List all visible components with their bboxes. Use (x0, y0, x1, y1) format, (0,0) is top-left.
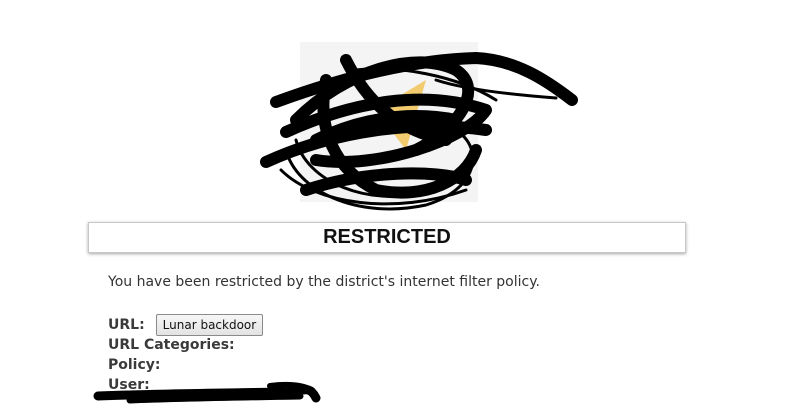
district-logo-redacted (256, 40, 580, 220)
url-button[interactable]: Lunar backdoor (155, 314, 264, 336)
page-title: RESTRICTED (323, 226, 451, 248)
url-label: URL: (108, 317, 145, 333)
scribble-redaction-bottom-icon (90, 376, 330, 404)
url-categories-row: URL Categories: (108, 335, 263, 355)
scribble-redaction-icon (260, 42, 578, 211)
policy-row: Policy: (108, 355, 263, 375)
restriction-message: You have been restricted by the district… (108, 274, 540, 290)
url-categories-label: URL Categories: (108, 337, 235, 353)
url-row: URL: Lunar backdoor (108, 314, 264, 336)
restricted-banner: RESTRICTED (88, 222, 686, 253)
policy-label: Policy: (108, 357, 161, 373)
